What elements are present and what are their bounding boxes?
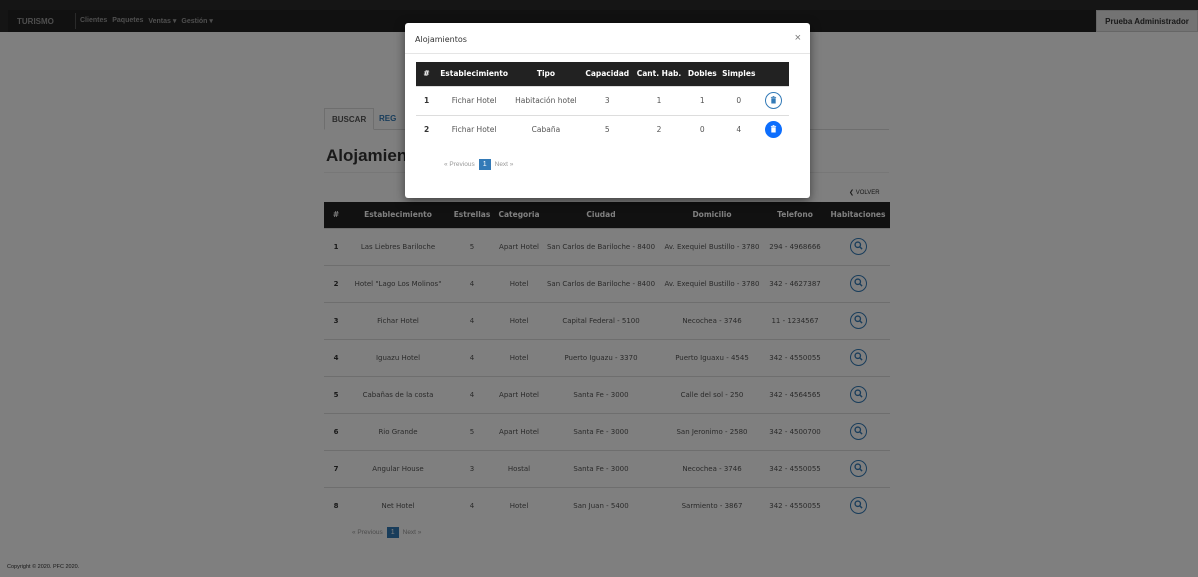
rooms-table: # Establecimiento Tipo Capacidad Cant. H… [416,62,789,144]
rooms-cell-capacidad: 3 [580,85,634,115]
modal-pager-previous[interactable]: « Previous [444,161,475,168]
rooms-cell-tipo: Cabaña [511,114,581,144]
rooms-cell-cant-hab: 2 [633,114,685,144]
modal-pager-page-current[interactable]: 1 [478,159,491,170]
rooms-col-capacidad: Capacidad [580,62,634,86]
rooms-col-tipo: Tipo [511,62,581,86]
rooms-cell-establecimiento: Fichar Hotel [437,85,512,115]
rooms-cell-capacidad: 5 [580,114,634,144]
rooms-cell-tipo: Habitación hotel [511,85,581,115]
rooms-cell-simples: 4 [720,114,758,144]
trash-icon[interactable] [764,92,782,109]
rooms-cell-number: 2 [416,114,438,144]
rooms-header-row: # Establecimiento Tipo Capacidad Cant. H… [416,62,789,86]
rooms-col-actions [757,62,789,86]
rooms-modal: Alojamientos × # Establecimiento Tipo Ca… [405,23,810,198]
rooms-cell-dobles: 1 [684,85,721,115]
rooms-col-dobles: Dobles [684,62,721,86]
rooms-cell-cant-hab: 1 [633,85,685,115]
modal-header-divider [405,53,810,54]
close-icon[interactable]: × [795,32,801,44]
modal-title: Alojamientos [415,35,467,44]
rooms-col-establecimiento: Establecimiento [437,62,512,86]
rooms-cell-actions [757,85,789,115]
rooms-cell-establecimiento: Fichar Hotel [437,114,512,144]
rooms-col-number: # [416,62,438,86]
rooms-col-simples: Simples [720,62,758,86]
trash-icon[interactable] [764,121,782,139]
rooms-col-cant-hab: Cant. Hab. [633,62,685,86]
rooms-cell-number: 1 [416,85,438,115]
rooms-row: 2 Fichar Hotel Cabaña 5 2 0 4 [416,114,789,144]
rooms-row: 1 Fichar Hotel Habitación hotel 3 1 1 0 [416,85,789,115]
modal-pager-next[interactable]: Next » [495,161,514,168]
rooms-cell-simples: 0 [720,85,758,115]
modal-pagination: « Previous 1 Next » [444,159,513,170]
rooms-cell-dobles: 0 [684,114,721,144]
rooms-cell-actions [757,114,789,144]
